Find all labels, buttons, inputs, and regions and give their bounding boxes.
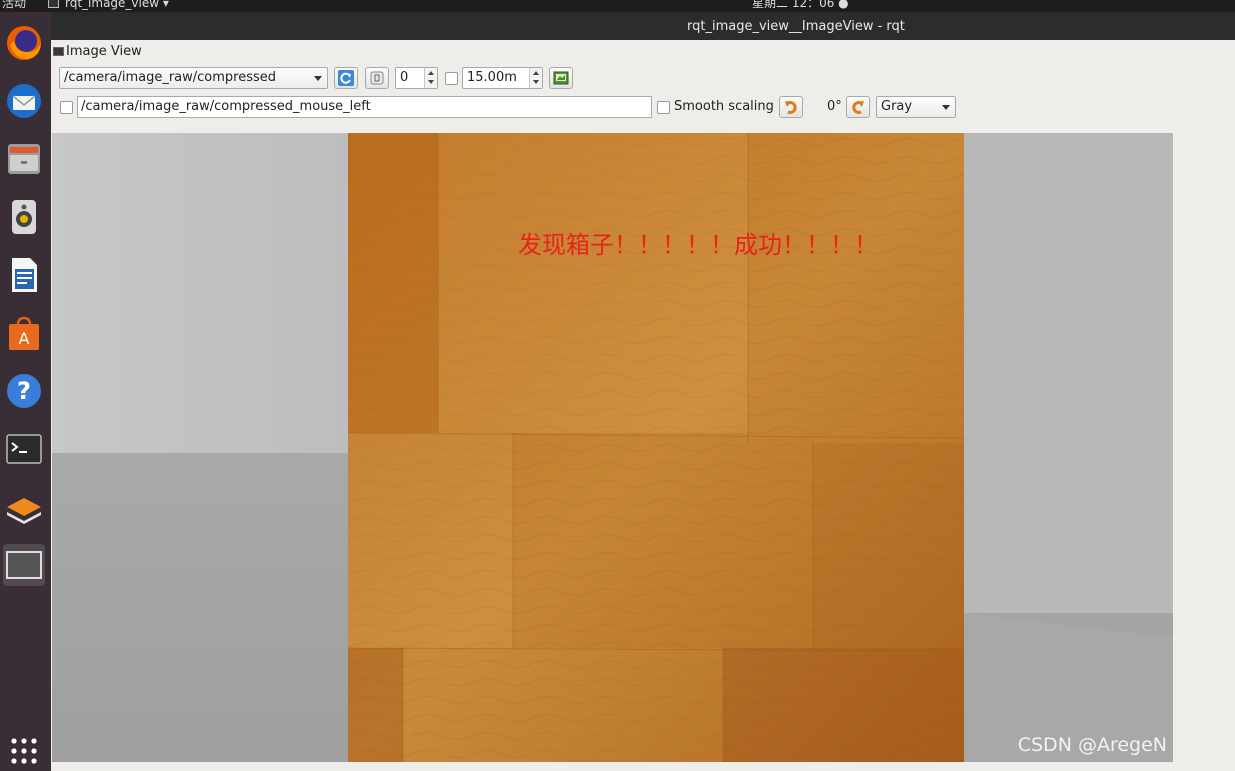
dock-item-firefox[interactable] [3, 22, 45, 64]
zoom-spinbox[interactable]: 0 [395, 67, 438, 89]
rotation-value: 0° [827, 99, 842, 114]
chevron-down-icon [942, 105, 950, 110]
panel-header[interactable]: Image View [53, 44, 142, 59]
dock-item-help[interactable]: ? [3, 370, 45, 412]
panel-title: Image View [66, 44, 142, 59]
zoom-1-button[interactable] [365, 67, 389, 89]
show-apps-icon [11, 738, 37, 764]
save-image-button[interactable] [549, 67, 573, 89]
publish-mouse-checkbox[interactable] [60, 101, 73, 114]
rotate-left-icon [785, 101, 797, 114]
rotate-right-button[interactable] [846, 96, 870, 118]
topic-select[interactable]: /camera/image_raw/compressed [59, 67, 328, 89]
software-center-icon: A [9, 316, 39, 350]
window-title: rqt_image_view__ImageView - rqt [687, 19, 905, 34]
chevron-down-icon [314, 76, 322, 81]
svg-text:?: ? [17, 377, 31, 405]
overlay-detection-text: 发现箱子！！！！！成功！！！！ [518, 231, 878, 259]
refresh-icon [338, 70, 354, 86]
help-icon: ? [7, 374, 41, 408]
spin-down-icon [428, 80, 434, 84]
layers-icon [7, 498, 41, 524]
dock-item-terminal[interactable] [3, 428, 45, 470]
spin-down-icon [533, 80, 539, 84]
window-icon [6, 551, 42, 579]
thunderbird-icon [7, 84, 41, 118]
dock-item-writer[interactable] [3, 254, 45, 296]
image-viewport[interactable]: 发现箱子！！！！！成功！！！！ CSDN @AregeN [52, 133, 1173, 762]
mouse-topic-input[interactable]: /camera/image_raw/compressed_mouse_left [77, 96, 652, 118]
max-range-spinbox[interactable]: 15.00m [462, 67, 543, 89]
zoom-spinbox-arrows[interactable] [424, 68, 437, 88]
dock-item-software[interactable]: A [3, 312, 45, 354]
files-icon [8, 144, 40, 174]
firefox-icon [7, 26, 41, 60]
dock: A ? [0, 12, 51, 771]
dock-item-window[interactable] [3, 544, 45, 586]
dynamic-range-checkbox[interactable] [445, 72, 458, 85]
smooth-scaling-checkbox[interactable] [657, 101, 670, 114]
dock-item-files[interactable] [3, 138, 45, 180]
zoom-spinbox-value: 0 [400, 70, 409, 85]
app-menu-label: rqt_image_view ▾ [65, 0, 169, 10]
clock[interactable]: 星期二 12：06 ● [752, 0, 849, 9]
dock-item-thunderbird[interactable] [3, 80, 45, 122]
dock-item-layers[interactable] [3, 486, 45, 528]
topic-select-value: /camera/image_raw/compressed [64, 70, 277, 85]
window-content: Image View /camera/image_raw/compressed … [51, 40, 1235, 771]
refresh-topics-button[interactable] [334, 67, 358, 89]
spin-up-icon [428, 71, 434, 75]
top-bar: 活动 rqt_image_view ▾ 星期二 12：06 ● [0, 0, 1235, 12]
window-titlebar[interactable]: rqt_image_view__ImageView - rqt [51, 12, 1235, 40]
save-image-icon [553, 71, 569, 85]
terminal-icon [6, 434, 42, 464]
rotate-right-icon [852, 101, 864, 114]
spin-up-icon [533, 71, 539, 75]
panel-icon [53, 47, 64, 56]
color-scheme-select[interactable]: Gray [876, 96, 956, 118]
dock-item-show-apps[interactable] [3, 730, 45, 771]
app-window-icon [48, 0, 59, 8]
activities-button[interactable]: 活动 [2, 0, 26, 9]
watermark: CSDN @AregeN [1017, 734, 1167, 756]
max-range-spinbox-arrows[interactable] [529, 68, 542, 88]
rhythmbox-icon [12, 200, 36, 234]
rotate-left-button[interactable] [779, 96, 803, 118]
max-range-spinbox-value: 15.00m [467, 70, 517, 85]
libreoffice-writer-icon [12, 258, 37, 292]
app-menu[interactable]: rqt_image_view ▾ [48, 0, 169, 10]
smooth-scaling-label: Smooth scaling [674, 99, 774, 114]
zoom-original-icon [370, 71, 384, 85]
svg-text:A: A [19, 329, 30, 348]
dock-item-rhythmbox[interactable] [3, 196, 45, 238]
color-scheme-value: Gray [881, 99, 913, 114]
